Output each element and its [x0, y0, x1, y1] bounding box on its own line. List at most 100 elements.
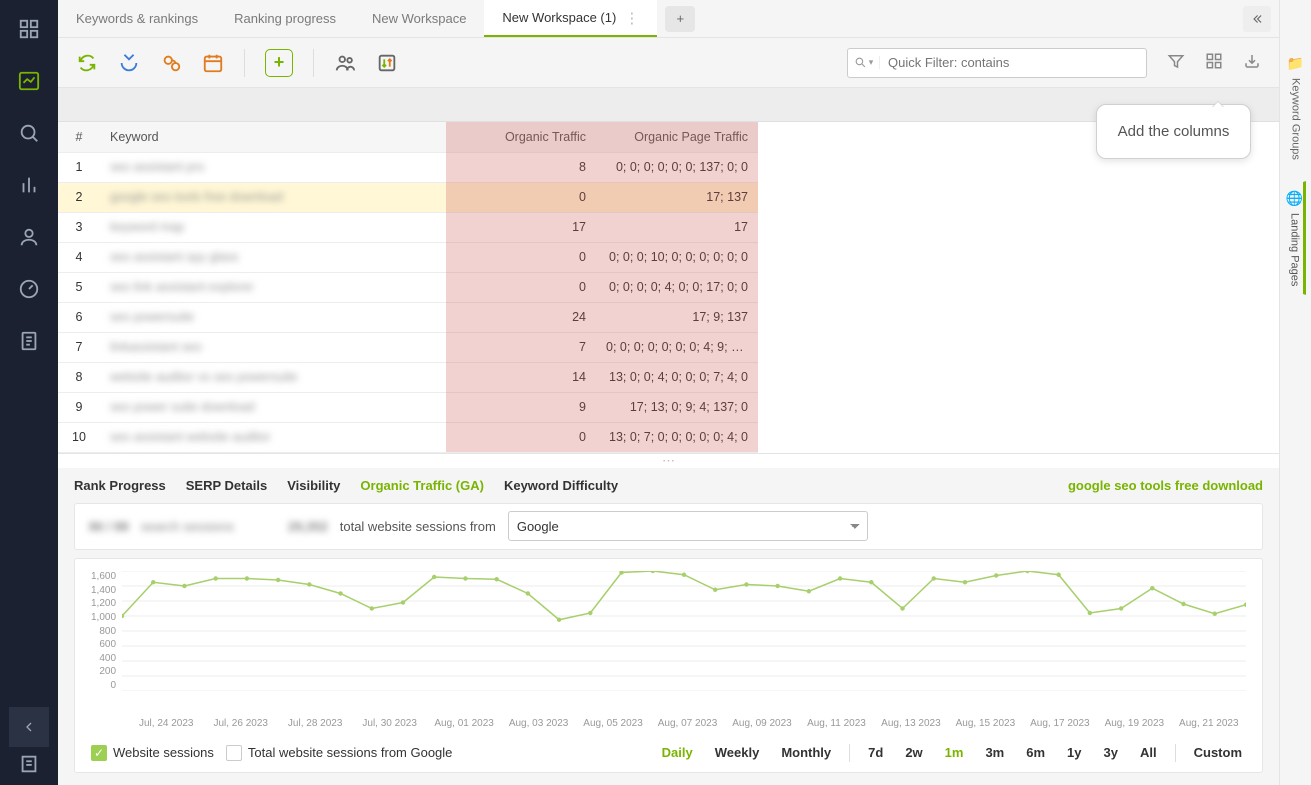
range-btn-1y[interactable]: 1y: [1063, 743, 1085, 762]
table-row[interactable]: 8website auditor vs seo powersuite1413; …: [58, 362, 758, 392]
range-btn-all[interactable]: All: [1136, 743, 1161, 762]
range-btn-1m[interactable]: 1m: [941, 743, 968, 762]
search-icon[interactable]: [18, 122, 40, 144]
toolbar-divider: [313, 49, 314, 77]
cell-organic-traffic: 7: [446, 332, 596, 362]
panel-landing-pages[interactable]: 🌐 Landing Pages: [1285, 181, 1306, 295]
cell-organic-page-traffic: 17; 137: [596, 182, 758, 212]
report-icon[interactable]: [18, 330, 40, 352]
cell-organic-page-traffic: 13; 0; 7; 0; 0; 0; 0; 0; 4; 0: [596, 422, 758, 452]
user-icon[interactable]: [18, 226, 40, 248]
range-btn-daily[interactable]: Daily: [658, 743, 697, 762]
collapse-left-nav[interactable]: [9, 707, 49, 747]
quick-filter-input[interactable]: [880, 55, 1146, 70]
tab-menu-icon[interactable]: ⋮: [624, 9, 639, 27]
people-icon[interactable]: [334, 52, 356, 74]
cell-organic-traffic: 8: [446, 152, 596, 182]
table-row[interactable]: 4seo assistant spy glass00; 0; 0; 10; 0;…: [58, 242, 758, 272]
columns-icon[interactable]: [1205, 52, 1223, 73]
analytics-icon[interactable]: [18, 70, 40, 92]
chart-x-axis: Jul, 24 2023Jul, 26 2023Jul, 28 2023Jul,…: [91, 718, 1246, 729]
cell-organic-traffic: 9: [446, 392, 596, 422]
filter-icon[interactable]: [1167, 52, 1185, 73]
chart-y-axis: 1,6001,4001,2001,0008006004002000: [91, 571, 122, 691]
legend-label: Website sessions: [113, 745, 214, 760]
cell-keyword: keyword map: [100, 212, 446, 242]
quick-filter[interactable]: ▾: [847, 48, 1147, 78]
range-btn-weekly[interactable]: Weekly: [711, 743, 764, 762]
header-organic-page-traffic[interactable]: Organic Page Traffic: [596, 122, 758, 152]
table-row[interactable]: 1seo assistant pro80; 0; 0; 0; 0; 0; 137…: [58, 152, 758, 182]
cell-keyword: seo powersuite: [100, 302, 446, 332]
refresh-blue-icon[interactable]: [118, 52, 140, 74]
dtab-keyword-difficulty[interactable]: Keyword Difficulty: [504, 478, 618, 493]
add-tab-button[interactable]: +: [665, 6, 695, 32]
range-btn-7d[interactable]: 7d: [864, 743, 887, 762]
panel-resize-handle[interactable]: ⋯: [58, 454, 1279, 468]
range-btn-2w[interactable]: 2w: [901, 743, 926, 762]
checkbox-off-icon[interactable]: [226, 745, 242, 761]
table-row[interactable]: 2google seo tools free download017; 137: [58, 182, 758, 212]
collapse-right-panel-button[interactable]: [1243, 6, 1271, 32]
panel-label: Landing Pages: [1289, 213, 1301, 286]
cell-organic-page-traffic: 17: [596, 212, 758, 242]
table-row[interactable]: 7linkassistant seo70; 0; 0; 0; 0; 0; 0; …: [58, 332, 758, 362]
cell-organic-traffic: 0: [446, 272, 596, 302]
cell-organic-traffic: 24: [446, 302, 596, 332]
bar-chart-icon[interactable]: [18, 174, 40, 196]
range-btn-3m[interactable]: 3m: [981, 743, 1008, 762]
cell-number: 2: [58, 182, 100, 212]
dtab-visibility[interactable]: Visibility: [287, 478, 340, 493]
range-separator: [849, 744, 850, 762]
apps-icon[interactable]: [18, 18, 40, 40]
cell-organic-page-traffic: 0; 0; 0; 0; 0; 0; 137; 0; 0: [596, 152, 758, 182]
quick-filter-search-icon[interactable]: ▾: [848, 56, 880, 69]
header-keyword[interactable]: Keyword: [100, 122, 446, 152]
range-separator: [1175, 744, 1176, 762]
gauge-icon[interactable]: [18, 278, 40, 300]
refresh-green-icon[interactable]: [76, 52, 98, 74]
tab-ranking-progress[interactable]: Ranking progress: [216, 0, 354, 37]
dtab-rank-progress[interactable]: Rank Progress: [74, 478, 166, 493]
tooltip-add-columns: Add the columns: [1096, 104, 1251, 159]
cell-organic-page-traffic: 17; 9; 137: [596, 302, 758, 332]
cell-keyword: website auditor vs seo powersuite: [100, 362, 446, 392]
dtab-serp-details[interactable]: SERP Details: [186, 478, 267, 493]
source-select[interactable]: Google: [508, 511, 868, 541]
range-btn-3y[interactable]: 3y: [1100, 743, 1122, 762]
add-button[interactable]: +: [265, 49, 293, 77]
tab-keywords-rankings[interactable]: Keywords & rankings: [58, 0, 216, 37]
header-organic-traffic[interactable]: Organic Traffic: [446, 122, 596, 152]
cell-keyword: seo assistant pro: [100, 152, 446, 182]
range-btn-monthly[interactable]: Monthly: [777, 743, 835, 762]
cell-organic-page-traffic: 0; 0; 0; 0; 0; 0; 0; 4; 9; 137: [596, 332, 758, 362]
refresh-orange-icon[interactable]: [160, 52, 182, 74]
notes-icon[interactable]: [18, 753, 40, 775]
panel-keyword-groups[interactable]: 📁 Keyword Groups: [1286, 46, 1305, 169]
range-btn-custom[interactable]: Custom: [1190, 743, 1246, 762]
cell-number: 8: [58, 362, 100, 392]
dtab-organic-traffic[interactable]: Organic Traffic (GA): [360, 478, 484, 493]
legend-website-sessions[interactable]: Website sessions: [91, 745, 214, 761]
tab-new-workspace-1[interactable]: New Workspace (1) ⋮: [484, 0, 657, 37]
table-row[interactable]: 6seo powersuite2417; 9; 137: [58, 302, 758, 332]
table-header-row: # Keyword Organic Traffic Organic Page T…: [58, 122, 758, 152]
header-number[interactable]: #: [58, 122, 100, 152]
checkbox-on-icon[interactable]: [91, 745, 107, 761]
download-icon[interactable]: [1243, 52, 1261, 73]
table-row[interactable]: 5seo link assistant explorer00; 0; 0; 0;…: [58, 272, 758, 302]
cell-number: 9: [58, 392, 100, 422]
cell-number: 4: [58, 242, 100, 272]
range-btn-6m[interactable]: 6m: [1022, 743, 1049, 762]
legend-total-sessions[interactable]: Total website sessions from Google: [226, 745, 452, 761]
calendar-icon[interactable]: [202, 52, 224, 74]
table-row[interactable]: 3keyword map1717: [58, 212, 758, 242]
cell-keyword: linkassistant seo: [100, 332, 446, 362]
cell-organic-traffic: 0: [446, 422, 596, 452]
table-row[interactable]: 10seo assistant website auditor013; 0; 7…: [58, 422, 758, 452]
sort-icon[interactable]: [376, 52, 398, 74]
cell-keyword: seo link assistant explorer: [100, 272, 446, 302]
cell-number: 3: [58, 212, 100, 242]
tab-new-workspace[interactable]: New Workspace: [354, 0, 484, 37]
table-row[interactable]: 9seo power suite download917; 13; 0; 9; …: [58, 392, 758, 422]
